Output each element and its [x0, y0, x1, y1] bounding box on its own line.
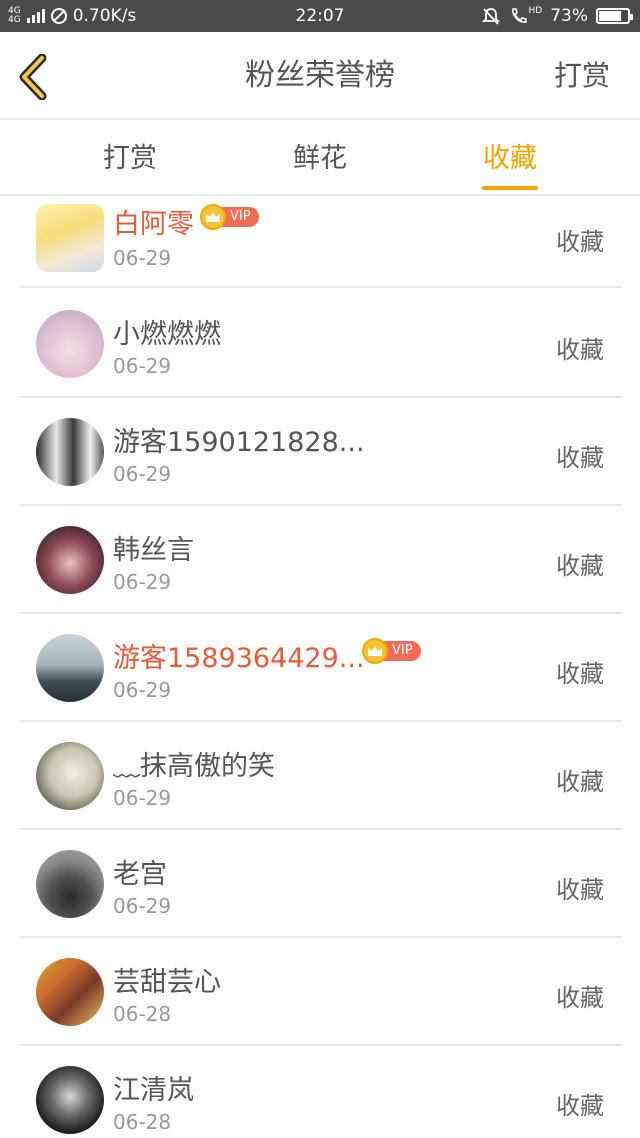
reward-button[interactable]: 打赏: [554, 32, 610, 120]
favorite-label: 收藏: [556, 984, 604, 1012]
favorite-label: 收藏: [556, 228, 604, 256]
favorite-label: 收藏: [556, 1092, 604, 1120]
user-name: 小燃燃燃: [113, 319, 221, 350]
page-title: 粉丝荣誉榜: [245, 58, 395, 93]
tab-bar: 打赏 鲜花 收藏: [0, 122, 640, 196]
vip-badge: VIP: [200, 204, 259, 230]
tab-flowers[interactable]: 鲜花: [250, 122, 390, 196]
date: 06-28: [113, 1002, 172, 1026]
list-item[interactable]: 游客1590121828... 06-29 收藏: [0, 398, 640, 506]
tab-label: 打赏: [103, 143, 157, 174]
divider: [20, 286, 622, 288]
avatar: [36, 634, 104, 702]
avatar: [36, 310, 104, 378]
date: 06-29: [113, 354, 172, 378]
list-item[interactable]: 芸甜芸心 06-28 收藏: [0, 938, 640, 1046]
hd-label: HD: [528, 6, 543, 16]
tab-favorites[interactable]: 收藏: [440, 122, 580, 196]
user-name: 老宫: [113, 859, 167, 890]
user-name: 白阿零: [113, 209, 194, 240]
favorite-label: 收藏: [556, 552, 604, 580]
avatar: [36, 204, 104, 272]
status-right: HD 73%: [481, 0, 633, 32]
crown-icon: [200, 204, 226, 230]
date: 06-29: [113, 786, 172, 810]
avatar: [36, 526, 104, 594]
list-item[interactable]: 韩丝言 06-29 收藏: [0, 506, 640, 614]
date: 06-29: [113, 894, 172, 918]
tab-reward[interactable]: 打赏: [60, 122, 200, 196]
top-nav-bar: 粉丝荣誉榜 打赏: [0, 32, 640, 120]
status-bar: 4G 4G 0.70K/s 22:07 HD 73%: [0, 0, 640, 32]
list-item[interactable]: 江清岚 06-28 收藏: [0, 1046, 640, 1138]
favorite-label: 收藏: [556, 444, 604, 472]
date: 06-29: [113, 678, 172, 702]
battery-percent: 73%: [550, 6, 588, 26]
list-item[interactable]: 游客1589364429... VIP 06-29 收藏: [0, 614, 640, 722]
date: 06-29: [113, 570, 172, 594]
avatar: [36, 850, 104, 918]
hd-call-icon: [511, 8, 527, 23]
favorite-label: 收藏: [556, 768, 604, 796]
user-name: 游客1589364429...: [113, 643, 365, 674]
user-name: 芸甜芸心: [113, 967, 221, 998]
list-item[interactable]: 小燃燃燃 06-29 收藏: [0, 290, 640, 398]
favorite-label: 收藏: [556, 336, 604, 364]
active-tab-indicator: [482, 186, 538, 190]
crown-icon: [362, 638, 388, 664]
user-name: 韩丝言: [113, 535, 194, 566]
fan-list: 白阿零 VIP 06-29 收藏 小燃燃燃 06-29 收藏 游客1590121…: [0, 198, 640, 1138]
list-item[interactable]: ﹏抹高傲的笑 06-29 收藏: [0, 722, 640, 830]
avatar: [36, 958, 104, 1026]
avatar: [36, 742, 104, 810]
tab-label: 收藏: [483, 143, 537, 174]
battery-icon: [596, 8, 633, 24]
date: 06-29: [113, 462, 172, 486]
favorite-label: 收藏: [556, 660, 604, 688]
tab-label: 鲜花: [293, 143, 347, 174]
avatar: [36, 418, 104, 486]
favorite-label: 收藏: [556, 876, 604, 904]
user-name: 江清岚: [113, 1075, 194, 1106]
user-name: 游客1590121828...: [113, 427, 365, 458]
bell-muted-icon: [481, 8, 500, 25]
date: 06-28: [113, 1110, 172, 1134]
vip-badge: VIP: [362, 638, 421, 664]
list-item[interactable]: 白阿零 VIP 06-29 收藏: [0, 198, 640, 288]
user-name: ﹏抹高傲的笑: [113, 751, 275, 782]
date: 06-29: [113, 246, 172, 270]
list-item[interactable]: 老宫 06-29 收藏: [0, 830, 640, 938]
avatar: [36, 1066, 104, 1134]
